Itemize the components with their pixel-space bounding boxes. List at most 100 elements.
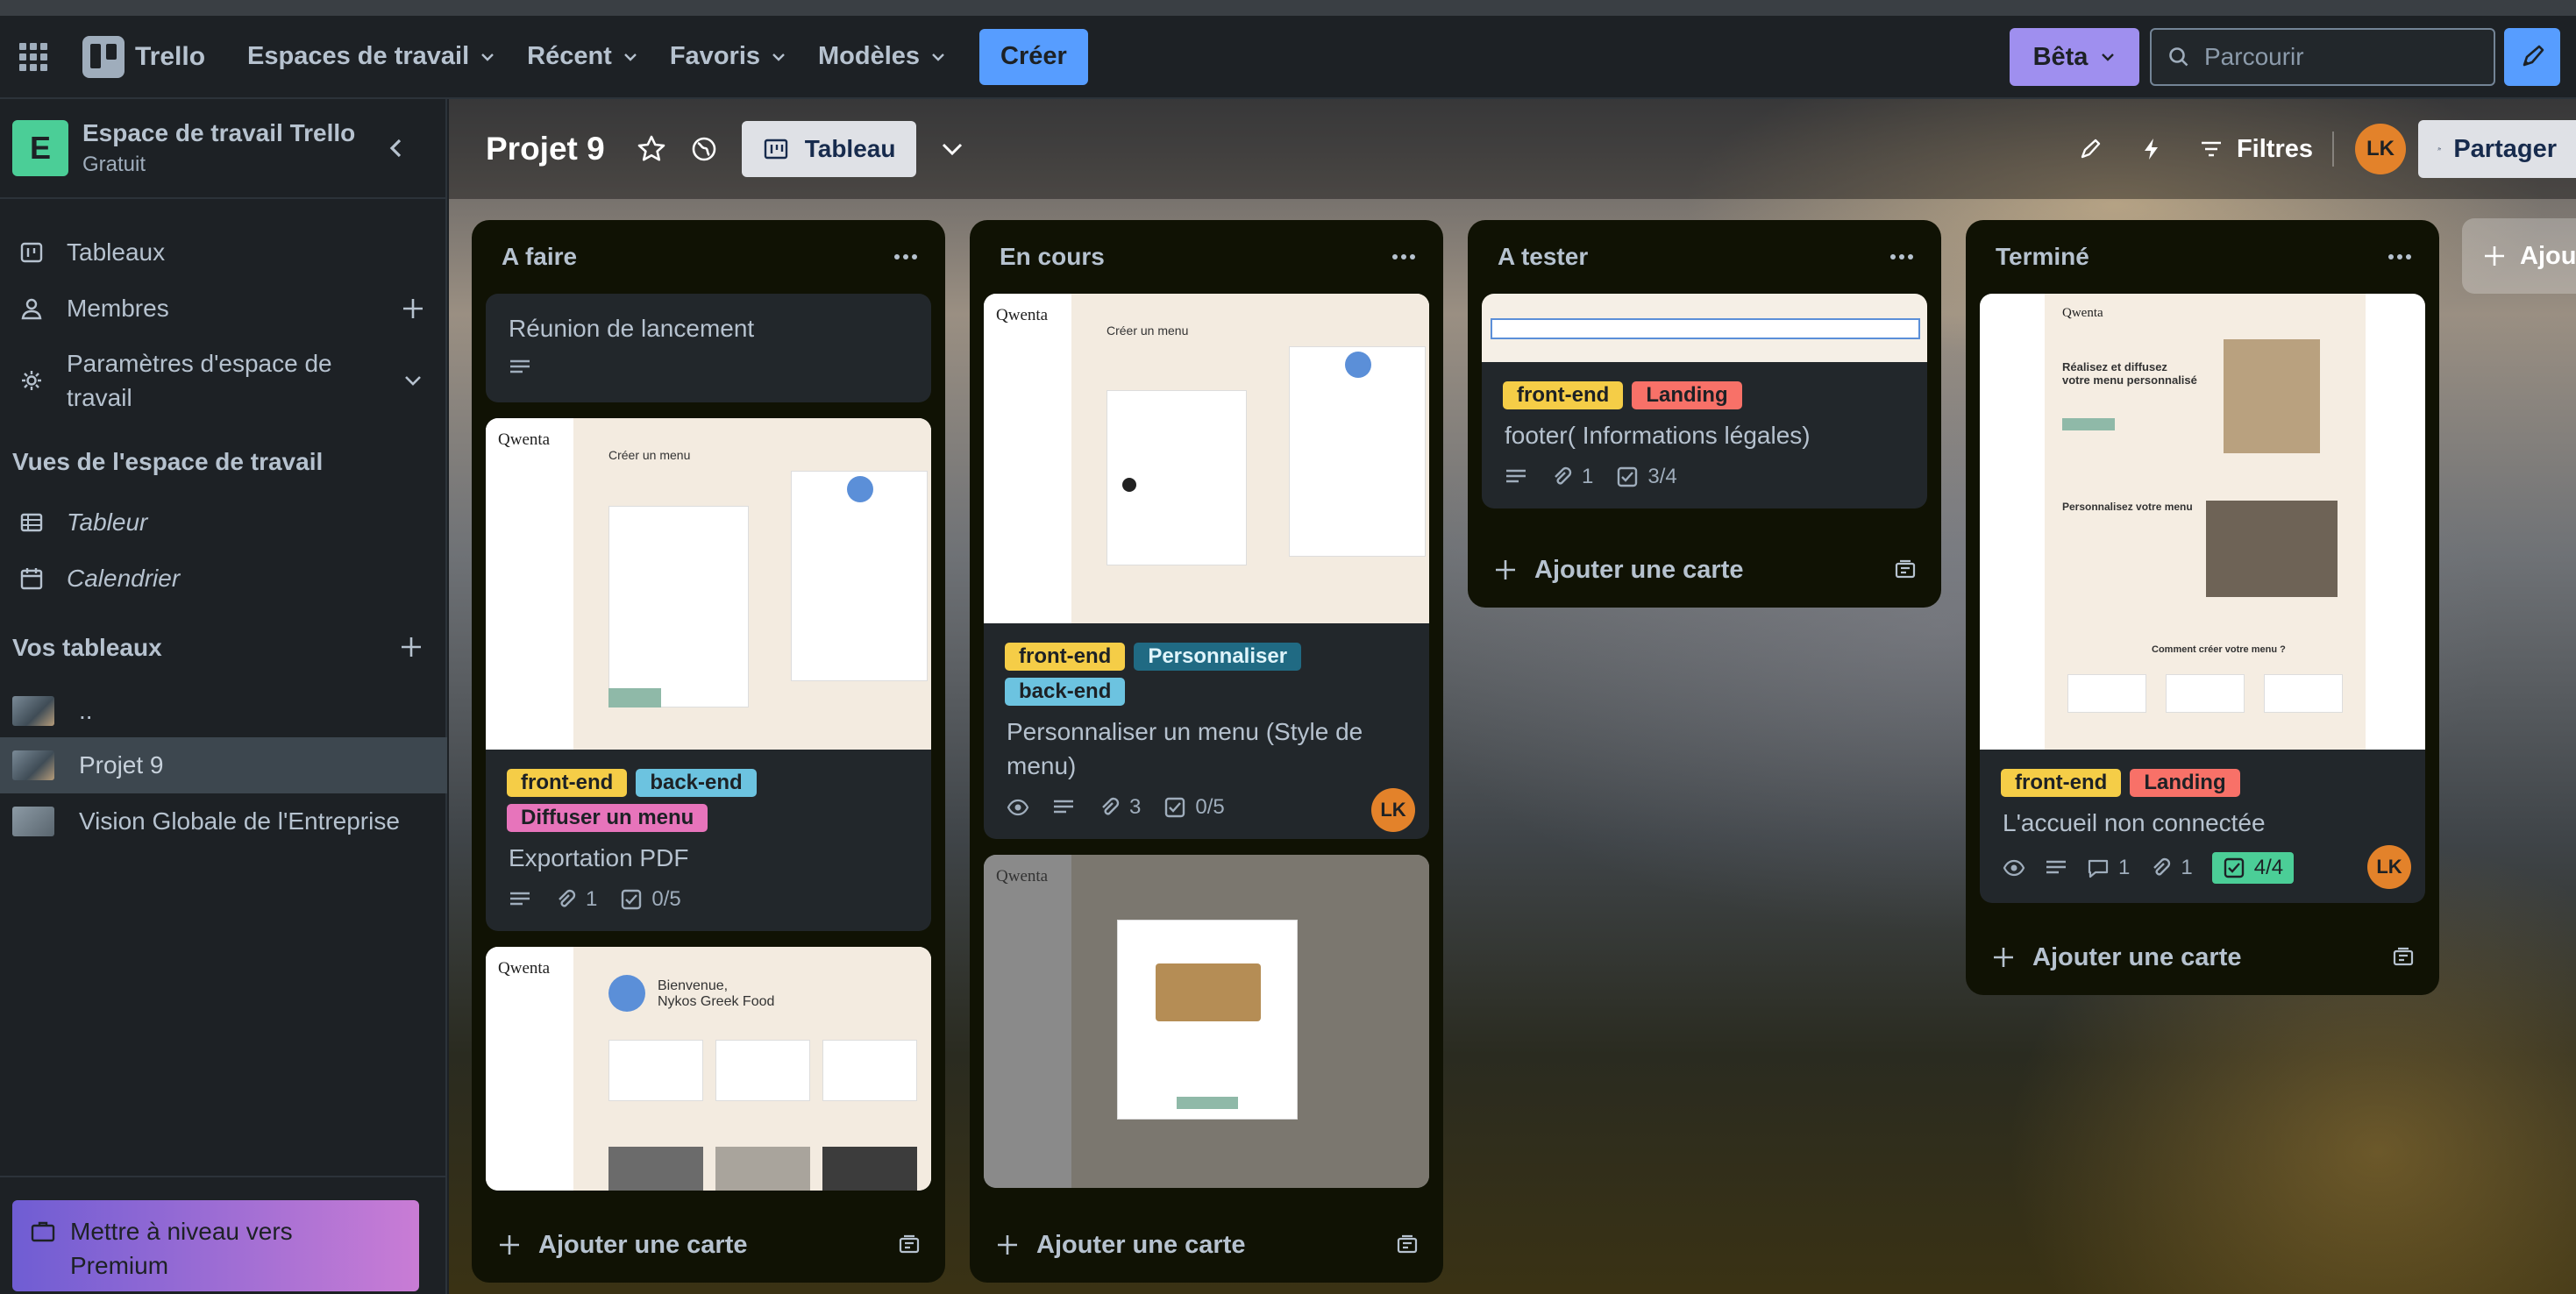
filters-button[interactable]: Filtres [2200,135,2313,164]
sidebar-view-table[interactable]: Tableur [0,497,447,548]
chevron-down-icon[interactable] [936,132,969,166]
more-options-icon[interactable] [2387,252,2413,261]
sidebar-item-settings[interactable]: Paramètres d'espace de travail [0,341,447,420]
list-title[interactable]: Terminé [1996,243,2089,271]
template-icon[interactable] [1894,558,1917,581]
card[interactable]: Qwenta Créer un menu front-end back-end … [486,418,931,931]
more-options-icon[interactable] [1889,252,1915,261]
notifications-rocket-button[interactable] [2504,28,2560,86]
search-input[interactable] [2204,43,2467,71]
member-icon [21,298,42,320]
create-button[interactable]: Créer [979,28,1088,85]
card[interactable]: Qwenta Créer un menu front-end Personnal… [984,294,1429,839]
template-icon[interactable] [1396,1234,1419,1256]
card[interactable]: Qwenta [984,855,1429,1188]
app-switcher-icon[interactable] [19,42,47,71]
menu-recent[interactable]: Récent [511,29,654,85]
card[interactable]: Qwenta Bienvenue, Nykos Greek Food [486,947,931,1191]
menu-favorites[interactable]: Favoris [654,29,802,85]
label-front-end[interactable]: front-end [507,769,628,797]
eye-icon [1007,799,1029,816]
paperclip-icon [2153,857,2171,876]
checklist-icon [2224,857,2244,878]
label-personnaliser[interactable]: Personnaliser [1134,643,1302,671]
card[interactable]: front-end Landing footer( Informations l… [1482,294,1927,508]
list-a-tester: A tester front-end Landing footer( Infor… [1468,220,1941,608]
window-top-strip [0,0,2576,16]
menu-label: Favoris [669,42,761,70]
label-landing[interactable]: Landing [1632,381,1742,409]
workspace-avatar[interactable]: E [12,120,68,176]
sidebar-item-label: Tableur [67,508,148,536]
add-card-button[interactable]: Ajouter une carte [1966,920,2439,995]
collapse-sidebar-chevron-icon[interactable] [379,131,414,166]
more-options-icon[interactable] [893,252,919,261]
sidebar-board-item[interactable]: .. [0,685,447,737]
add-list-button[interactable]: Ajouter [2462,218,2576,294]
list-title[interactable]: A tester [1498,243,1588,271]
label-front-end[interactable]: front-end [1005,643,1126,671]
add-member-plus-icon[interactable] [402,297,424,320]
workspace-name[interactable]: Espace de travail Trello [82,119,355,147]
board-name: .. [79,697,93,724]
board-view-button[interactable]: Tableau [741,121,917,177]
table-icon [20,513,43,532]
description-icon [1054,800,1073,814]
visibility-globe-icon[interactable] [687,132,721,166]
chevron-down-icon [623,53,637,61]
card-badges: 1 1 4/4 LK [1980,840,2425,903]
list-a-faire: A faire Réunion de lancement Qwenta Crée… [472,220,945,1283]
more-options-icon[interactable] [1391,252,1417,261]
automation-lightning-icon[interactable] [2138,136,2165,162]
sidebar-item-boards[interactable]: Tableaux [0,227,447,278]
list-title[interactable]: A faire [502,243,577,271]
your-boards-heading: Vos tableaux [12,634,162,661]
sidebar-divider [0,1176,447,1177]
beta-button[interactable]: Bêta [2010,28,2139,86]
view-label: Tableau [804,135,896,162]
card-member-avatar[interactable]: LK [1371,788,1415,832]
add-card-button[interactable]: Ajouter une carte [472,1207,945,1283]
upgrade-premium-button[interactable]: Mettre à niveau vers Premium [12,1200,419,1291]
filter-icon [2201,141,2221,157]
sidebar-board-item[interactable]: Vision Globale de l'Entreprise [0,795,447,848]
sidebar-view-calendar[interactable]: Calendrier [0,553,447,604]
watching-badge [1007,796,1029,819]
attachment-count: 1 [1582,465,1594,488]
add-board-plus-icon[interactable] [400,636,423,658]
label-back-end[interactable]: back-end [636,769,757,797]
card-member-avatar[interactable]: LK [2367,845,2411,889]
attachment-count: 1 [2181,856,2193,879]
label-front-end[interactable]: front-end [1503,381,1624,409]
add-card-button[interactable]: Ajouter une carte [970,1207,1443,1283]
menu-workspaces[interactable]: Espaces de travail [231,29,511,85]
trello-home-link[interactable]: Trello [67,29,221,85]
calendar-icon [20,568,43,590]
label-front-end[interactable]: front-end [2001,769,2122,797]
search-box[interactable] [2150,28,2495,86]
label-back-end[interactable]: back-end [1005,678,1126,706]
sidebar-board-item-active[interactable]: Projet 9 [0,737,447,793]
checklist-count: 4/4 [2253,856,2284,879]
menu-templates[interactable]: Modèles [802,29,962,85]
power-ups-rocket-icon[interactable] [2077,136,2103,162]
list-title[interactable]: En cours [1000,243,1105,271]
member-avatar[interactable]: LK [2355,124,2406,174]
add-card-button[interactable]: Ajouter une carte [1468,532,1941,608]
card[interactable]: Réunion de lancement [486,294,931,402]
label-landing[interactable]: Landing [2130,769,2240,797]
paperclip-icon [1555,466,1572,485]
template-icon[interactable] [2392,946,2415,969]
chevron-down-icon[interactable] [402,369,424,392]
card[interactable]: Qwenta Réalisez et diffusez votre menu pe… [1980,294,2425,903]
card-labels: front-end Landing [1980,750,2425,797]
board-title[interactable]: Projet 9 [486,131,605,167]
board-icon [20,242,43,263]
menu-label: Récent [527,42,612,70]
sidebar-item-members[interactable]: Membres [0,283,447,334]
share-button[interactable]: Partager [2418,120,2576,178]
label-diffuser-un-menu[interactable]: Diffuser un menu [507,804,708,832]
app-name: Trello [135,41,206,71]
star-icon[interactable] [635,132,668,166]
template-icon[interactable] [898,1234,921,1256]
